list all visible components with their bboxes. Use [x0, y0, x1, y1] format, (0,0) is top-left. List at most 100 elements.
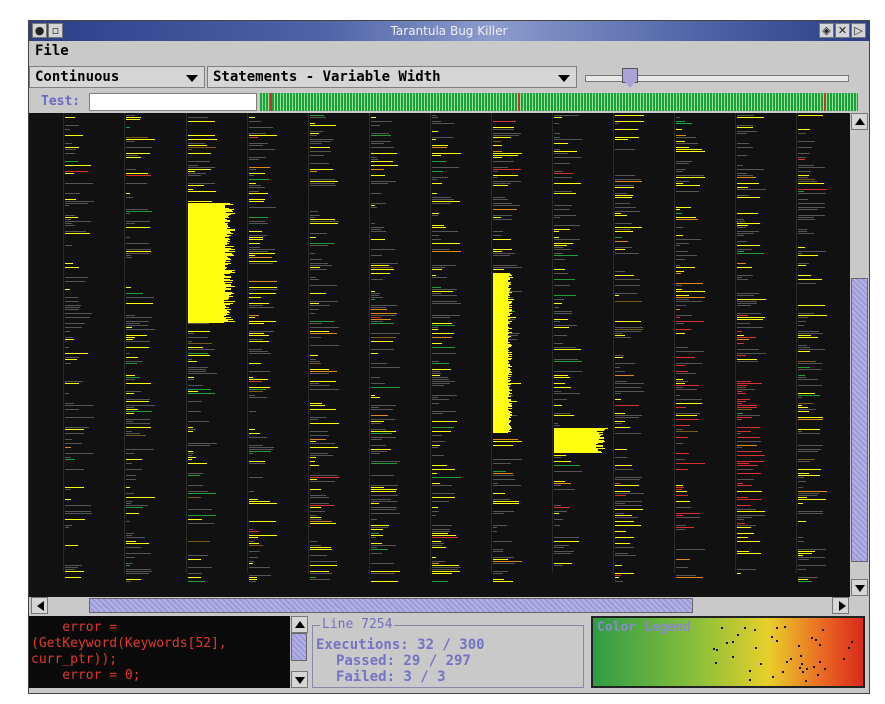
statement-line[interactable] — [371, 431, 396, 432]
statement-line[interactable] — [798, 207, 825, 208]
statement-line[interactable] — [249, 453, 253, 454]
statement-line[interactable] — [676, 305, 686, 306]
statement-line[interactable] — [493, 155, 518, 156]
mode-dropdown[interactable]: Continuous — [29, 66, 205, 88]
statement-line[interactable] — [554, 393, 580, 394]
statement-line[interactable] — [676, 251, 688, 252]
statement-line[interactable] — [126, 571, 152, 572]
statement-line[interactable] — [676, 379, 683, 380]
statement-line[interactable] — [554, 347, 576, 348]
statement-line[interactable] — [798, 549, 826, 550]
statement-line[interactable] — [798, 537, 803, 538]
statement-line[interactable] — [310, 169, 333, 170]
statement-line[interactable] — [249, 561, 254, 562]
statement-line[interactable] — [249, 235, 267, 236]
statement-line[interactable] — [310, 457, 316, 458]
statement-line[interactable] — [493, 561, 522, 562]
statement-line[interactable] — [371, 121, 392, 122]
statement-line[interactable] — [432, 565, 459, 566]
statement-line[interactable] — [310, 389, 339, 390]
statement-line[interactable] — [432, 573, 452, 574]
statement-line[interactable] — [371, 341, 393, 342]
statement-line[interactable] — [65, 309, 79, 310]
statement-line[interactable] — [371, 315, 396, 316]
statement-line[interactable] — [493, 483, 498, 484]
statement-line[interactable] — [310, 155, 324, 156]
statement-line[interactable] — [615, 227, 642, 228]
statement-line[interactable] — [188, 509, 212, 510]
statement-line[interactable] — [249, 333, 264, 334]
statement-line[interactable] — [615, 517, 638, 518]
statement-line[interactable] — [310, 337, 321, 338]
statement-line[interactable] — [432, 473, 437, 474]
statement-line[interactable] — [493, 557, 514, 558]
statement-line[interactable] — [798, 511, 823, 512]
statement-line[interactable] — [65, 245, 72, 246]
statement-line[interactable] — [676, 181, 689, 182]
statement-line[interactable] — [676, 513, 700, 514]
statement-line[interactable] — [65, 409, 79, 410]
statement-line[interactable] — [493, 579, 504, 580]
statement-line[interactable] — [493, 471, 506, 472]
statement-line[interactable] — [432, 497, 455, 498]
statement-line[interactable] — [432, 115, 436, 116]
statement-line[interactable] — [432, 469, 455, 470]
statement-line[interactable] — [249, 577, 257, 578]
statement-line[interactable] — [249, 253, 275, 254]
statement-line[interactable] — [371, 419, 395, 420]
statement-line[interactable] — [188, 473, 203, 474]
statement-line[interactable] — [798, 193, 826, 194]
statement-line[interactable] — [737, 469, 753, 470]
statement-line[interactable] — [615, 399, 621, 400]
statement-line[interactable] — [249, 169, 256, 170]
statement-line[interactable] — [432, 373, 441, 374]
statement-line[interactable] — [65, 305, 81, 306]
statement-line[interactable] — [371, 545, 396, 546]
statement-line[interactable] — [126, 453, 134, 454]
statement-line[interactable] — [65, 403, 74, 404]
statement-line[interactable] — [676, 291, 705, 292]
statement-line[interactable] — [737, 519, 744, 520]
statement-line[interactable] — [554, 399, 567, 400]
statement-line[interactable] — [371, 395, 375, 396]
statement-line[interactable] — [554, 461, 571, 462]
statement-line[interactable] — [371, 547, 377, 548]
statement-line[interactable] — [798, 477, 804, 478]
statement-line[interactable] — [554, 229, 570, 230]
statement-line[interactable] — [432, 399, 449, 400]
statement-line[interactable] — [126, 399, 150, 400]
statement-line[interactable] — [615, 575, 621, 576]
file-column[interactable] — [794, 113, 850, 597]
statement-line[interactable] — [737, 147, 753, 148]
statement-line[interactable] — [432, 235, 439, 236]
statement-line[interactable] — [737, 263, 746, 264]
statement-line[interactable] — [798, 409, 816, 410]
statement-line[interactable] — [432, 557, 436, 558]
statement-line[interactable] — [432, 197, 451, 198]
statement-line[interactable] — [676, 415, 697, 416]
statement-line[interactable] — [126, 497, 155, 498]
statement-line[interactable] — [554, 471, 582, 472]
statement-line[interactable] — [737, 483, 743, 484]
statement-line[interactable] — [126, 337, 135, 338]
file-column[interactable] — [672, 113, 730, 597]
statement-line[interactable] — [493, 475, 514, 476]
statement-line[interactable] — [737, 437, 760, 438]
statement-line[interactable] — [310, 243, 334, 244]
statement-line[interactable] — [249, 341, 269, 342]
statement-line[interactable] — [126, 421, 133, 422]
statement-line[interactable] — [432, 515, 436, 516]
statement-line[interactable] — [737, 463, 749, 464]
failed-test-marker[interactable] — [518, 93, 520, 111]
statement-line[interactable] — [65, 577, 81, 578]
statement-line[interactable] — [188, 359, 192, 360]
statement-line[interactable] — [65, 225, 75, 226]
statement-line[interactable] — [737, 553, 761, 554]
statement-line[interactable] — [188, 331, 210, 332]
statement-line[interactable] — [371, 295, 379, 296]
statement-line[interactable] — [493, 205, 520, 206]
statement-line[interactable] — [493, 141, 501, 142]
statement-line[interactable] — [371, 169, 384, 170]
statement-line[interactable] — [371, 323, 394, 324]
statement-line[interactable] — [676, 469, 688, 470]
